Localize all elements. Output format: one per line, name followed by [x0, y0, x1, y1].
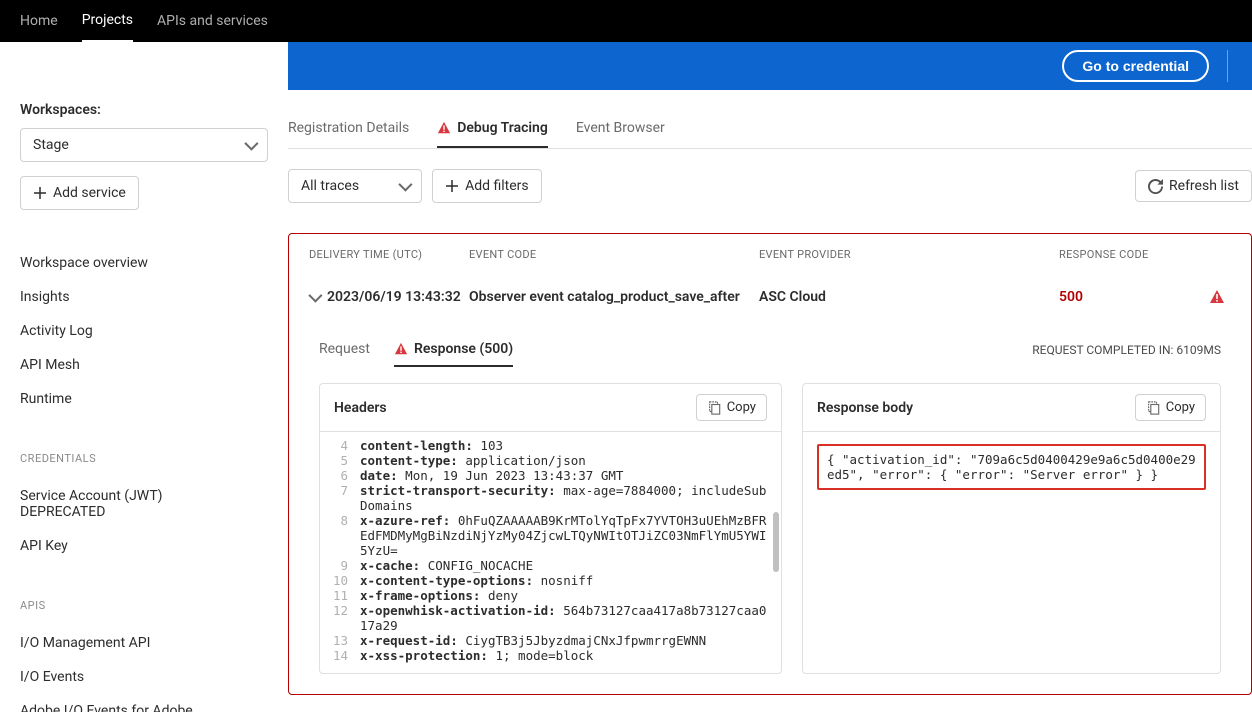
traces-table: DELIVERY TIME (UTC) EVENT CODE EVENT PRO… [288, 233, 1252, 695]
copy-icon [1146, 401, 1160, 415]
chevron-down-icon [308, 289, 322, 303]
top-nav: Home Projects APIs and services [0, 0, 1252, 42]
response-body-panel: Response body Copy { "activation_id": "7… [802, 383, 1221, 674]
nav-apis[interactable]: APIs and services [157, 1, 268, 41]
add-service-label: Add service [53, 185, 126, 201]
workspace-selected: Stage [33, 137, 69, 153]
refresh-list-button[interactable]: Refresh list [1135, 170, 1252, 202]
tab-debug-label: Debug Tracing [457, 120, 548, 136]
code-line: 6date: Mon, 19 Jun 2023 13:43:37 GMT [320, 468, 781, 483]
headers-code[interactable]: 4content-length: 1035content-type: appli… [320, 432, 781, 673]
code-line: 4content-length: 103 [320, 438, 781, 453]
refresh-icon [1148, 179, 1163, 194]
tab-debug-tracing[interactable]: Debug Tracing [437, 110, 548, 148]
chevron-down-icon [244, 137, 258, 151]
row-response-code: 500 [1059, 289, 1209, 305]
sidebar-item-activity-log[interactable]: Activity Log [20, 314, 268, 348]
main-tabs: Registration Details Debug Tracing Event… [288, 110, 1252, 149]
main-content: Go to credential Registration Details De… [288, 42, 1252, 712]
code-line: 5content-type: application/json [320, 453, 781, 468]
detail-tab-request[interactable]: Request [319, 333, 370, 367]
credentials-heading: CREDENTIALS [20, 452, 268, 465]
copy-label: Copy [1166, 400, 1195, 415]
code-line: 8x-azure-ref: 0hFuQZAAAAAB9KrMTolYqTpFx7… [320, 513, 781, 558]
code-line: 7strict-transport-security: max-age=7884… [320, 483, 781, 513]
sidebar-item-jwt[interactable]: Service Account (JWT) DEPRECATED [20, 479, 180, 529]
filters-row: All traces Add filters Refresh list [288, 169, 1252, 203]
copy-body-button[interactable]: Copy [1135, 394, 1206, 421]
code-line: 14x-xss-protection: 1; mode=block [320, 648, 781, 663]
table-header: DELIVERY TIME (UTC) EVENT CODE EVENT PRO… [289, 234, 1251, 275]
chevron-down-icon [398, 178, 412, 192]
headers-title: Headers [334, 400, 387, 416]
th-event-code: EVENT CODE [469, 248, 759, 261]
copy-headers-button[interactable]: Copy [696, 394, 767, 421]
warning-icon [437, 121, 451, 135]
tab-event-browser[interactable]: Event Browser [576, 110, 665, 148]
traces-dropdown[interactable]: All traces [288, 169, 422, 203]
banner-divider [1227, 50, 1228, 82]
response-body-content: { "activation_id": "709a6c5d0400429e9a6c… [817, 444, 1206, 490]
add-filters-label: Add filters [465, 178, 529, 194]
add-filters-button[interactable]: Add filters [432, 169, 542, 203]
copy-label: Copy [727, 400, 756, 415]
workspace-select[interactable]: Stage [20, 128, 268, 162]
th-event-provider: EVENT PROVIDER [759, 248, 1059, 261]
table-row[interactable]: 2023/06/19 13:43:32 Observer event catal… [289, 275, 1251, 319]
row-provider: ASC Cloud [759, 289, 1059, 305]
th-response-code: RESPONSE CODE [1059, 248, 1209, 261]
code-line: 13x-request-id: CiygTB3j5JbyzdmajCNxJfpw… [320, 633, 781, 648]
tab-registration-details[interactable]: Registration Details [288, 110, 409, 148]
detail-tab-response[interactable]: Response (500) [394, 333, 513, 367]
code-line: 9x-cache: CONFIG_NOCACHE [320, 558, 781, 573]
workspaces-label: Workspaces: [20, 102, 268, 118]
request-completion-time: REQUEST COMPLETED IN: 6109MS [1032, 343, 1221, 357]
plus-icon [33, 186, 47, 200]
sidebar-item-runtime[interactable]: Runtime [20, 382, 268, 416]
code-line: 10x-content-type-options: nosniff [320, 573, 781, 588]
detail-tab-response-label: Response (500) [414, 341, 513, 357]
trace-detail-panel: Request Response (500) REQUEST COMPLETED… [289, 319, 1251, 694]
sidebar-item-overview[interactable]: Workspace overview [20, 246, 268, 280]
scrollbar[interactable] [773, 512, 779, 572]
sidebar-item-api-key[interactable]: API Key [20, 529, 268, 563]
sidebar-item-adobe-io-commerce[interactable]: Adobe I/O Events for Adobe Commerce [20, 694, 200, 712]
refresh-label: Refresh list [1169, 178, 1239, 194]
traces-dropdown-label: All traces [301, 178, 359, 194]
sidebar-item-api-mesh[interactable]: API Mesh [20, 348, 268, 382]
nav-projects[interactable]: Projects [82, 0, 133, 42]
sidebar-item-io-management[interactable]: I/O Management API [20, 626, 268, 660]
go-to-credential-button[interactable]: Go to credential [1062, 50, 1209, 82]
apis-heading: APIS [20, 599, 268, 612]
copy-icon [707, 401, 721, 415]
plus-icon [445, 179, 459, 193]
th-delivery-time: DELIVERY TIME (UTC) [309, 248, 469, 261]
nav-home[interactable]: Home [20, 1, 58, 41]
response-body-title: Response body [817, 400, 913, 416]
add-service-button[interactable]: Add service [20, 176, 139, 210]
headers-panel: Headers Copy 4content-length: 1035conten… [319, 383, 782, 674]
credential-banner: Go to credential [288, 42, 1252, 90]
sidebar-item-io-events[interactable]: I/O Events [20, 660, 268, 694]
row-time: 2023/06/19 13:43:32 [327, 289, 461, 305]
sidebar: Workspaces: Stage Add service Workspace … [0, 42, 288, 712]
code-line: 12x-openwhisk-activation-id: 564b73127ca… [320, 603, 781, 633]
row-event-code: Observer event catalog_product_save_afte… [469, 289, 759, 305]
warning-icon [394, 342, 408, 356]
warning-icon [1209, 289, 1225, 305]
code-line: 11x-frame-options: deny [320, 588, 781, 603]
sidebar-item-insights[interactable]: Insights [20, 280, 268, 314]
